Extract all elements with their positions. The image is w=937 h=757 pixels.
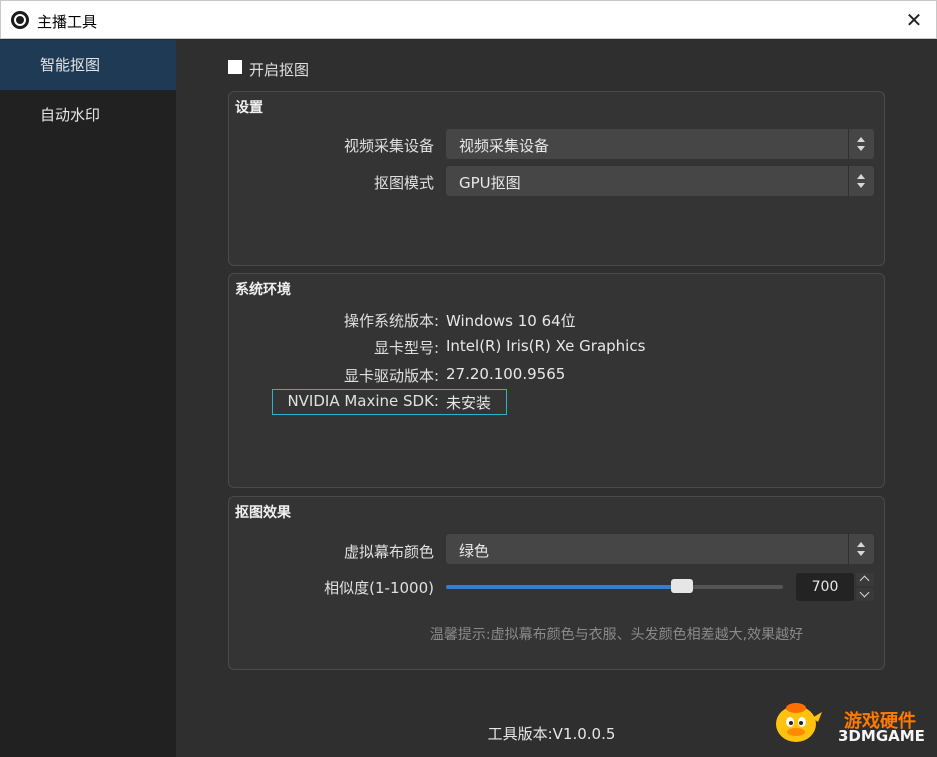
sidebar-item-auto-watermark[interactable]: 自动水印 <box>0 90 176 140</box>
video-device-value: 视频采集设备 <box>459 137 550 155</box>
enable-matting-checkbox[interactable] <box>228 60 242 74</box>
decrement-button[interactable] <box>856 587 874 601</box>
version-text: 工具版本:V1.0.0.5 <box>487 725 616 743</box>
enable-matting-label: 开启抠图 <box>249 61 310 79</box>
gpu-model-label: 显卡型号: <box>373 339 439 357</box>
duck-mascot-icon <box>776 703 822 742</box>
window-title: 主播工具 <box>37 13 98 31</box>
system-env-group-title: 系统环境 <box>235 282 291 298</box>
similarity-label: 相似度(1-1000) <box>324 579 434 597</box>
main-panel: 开启抠图 设置 视频采集设备 视频采集设备 抠图模式 GPU抠图 系统环境 操作… <box>176 40 937 757</box>
increment-button[interactable] <box>856 573 874 586</box>
system-env-group: 系统环境 操作系统版本: Windows 10 64位 显卡型号: Intel(… <box>228 273 885 488</box>
title-bar: 主播工具 ✕ <box>0 0 937 39</box>
bg-color-value: 绿色 <box>459 542 490 560</box>
gpu-driver-value: 27.20.100.9565 <box>446 365 566 383</box>
bg-color-select[interactable]: 绿色 <box>446 534 874 564</box>
chevron-up-icon <box>859 575 870 586</box>
matting-mode-value: GPU抠图 <box>459 174 521 192</box>
watermark-line2: 3DMGAME <box>838 727 925 745</box>
sidebar-item-label: 智能抠图 <box>40 56 101 74</box>
matting-effect-group: 抠图效果 虚拟幕布颜色 绿色 相似度(1-1000) 700 温馨提示:虚拟幕布… <box>228 496 885 670</box>
matting-effect-group-title: 抠图效果 <box>235 505 291 521</box>
close-button[interactable]: ✕ <box>892 1 936 39</box>
gpu-driver-label: 显卡驱动版本: <box>343 367 439 385</box>
matting-mode-select[interactable]: GPU抠图 <box>446 166 874 196</box>
sidebar-item-label: 自动水印 <box>40 106 101 124</box>
os-version-value: Windows 10 64位 <box>446 312 576 330</box>
similarity-spinbox[interactable]: 700 <box>796 573 874 601</box>
settings-group: 设置 视频采集设备 视频采集设备 抠图模式 GPU抠图 <box>228 91 885 266</box>
video-device-select[interactable]: 视频采集设备 <box>446 129 874 159</box>
video-device-label: 视频采集设备 <box>343 137 434 155</box>
bg-color-label: 虚拟幕布颜色 <box>343 543 434 561</box>
gpu-model-value: Intel(R) Iris(R) Xe Graphics <box>446 337 646 355</box>
chevron-down-icon <box>859 587 870 598</box>
sidebar-item-smart-matting[interactable]: 智能抠图 <box>0 40 176 90</box>
up-down-arrows-icon <box>848 166 874 196</box>
similarity-slider-handle[interactable] <box>671 579 693 593</box>
up-down-arrows-icon <box>848 129 874 159</box>
tip-text: 温馨提示:虚拟幕布颜色与衣服、头发颜色相差越大,效果越好 <box>429 627 804 643</box>
obs-logo-icon <box>11 11 29 29</box>
site-watermark: 游戏硬件 3DMGAME <box>770 693 930 753</box>
os-version-label: 操作系统版本: <box>343 312 439 330</box>
nvidia-sdk-label: NVIDIA Maxine SDK: <box>287 392 439 410</box>
similarity-value-field[interactable]: 700 <box>796 573 854 601</box>
settings-group-title: 设置 <box>235 100 263 116</box>
sidebar: 智能抠图 自动水印 <box>0 40 176 757</box>
nvidia-sdk-value: 未安装 <box>446 394 492 412</box>
up-down-arrows-icon <box>848 534 874 564</box>
similarity-slider-fill <box>446 585 682 589</box>
similarity-slider[interactable] <box>446 579 783 593</box>
matting-mode-label: 抠图模式 <box>373 174 434 192</box>
